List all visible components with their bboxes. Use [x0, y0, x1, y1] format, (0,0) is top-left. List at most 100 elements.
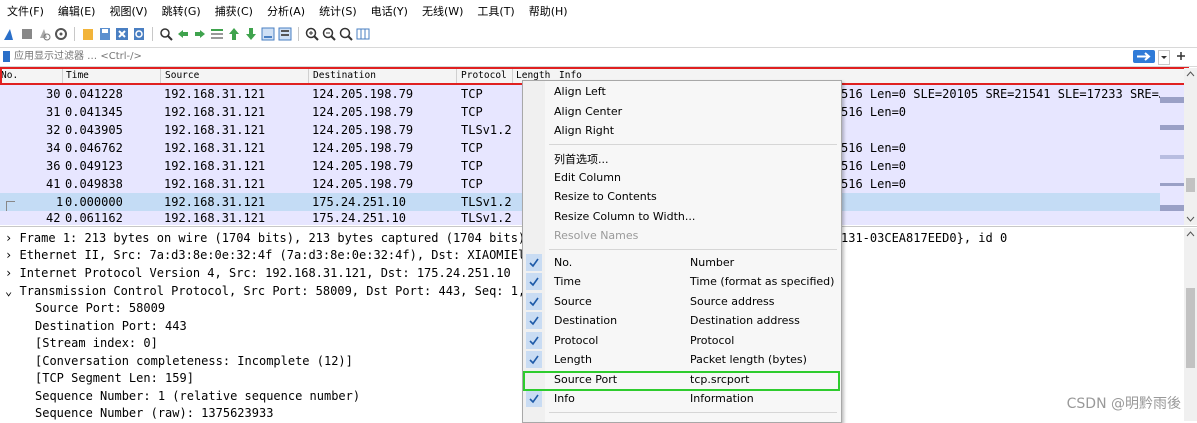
detail-tree-item[interactable]: › Ethernet II, Src: 7a:d3:8e:0e:32:4f (7… — [5, 247, 540, 264]
apply-filter-button[interactable] — [1133, 50, 1155, 63]
menu-analyze[interactable]: 分析(A) — [260, 0, 312, 24]
resize-columns-icon[interactable] — [356, 27, 370, 41]
zoom-reset-icon[interactable] — [339, 27, 353, 41]
bookmark-icon[interactable] — [3, 51, 10, 62]
restart-icon[interactable] — [37, 27, 51, 41]
packet-time: 0.061162 — [65, 211, 123, 225]
display-filter-input[interactable] — [14, 49, 1124, 64]
detail-text: Frame 1: 213 bytes on wire (1704 bits), … — [19, 231, 540, 245]
packet-time: 0.049838 — [65, 177, 123, 191]
menu-column-length[interactable]: Length — [554, 353, 592, 366]
menu-resolve-names: Resolve Names — [554, 229, 639, 242]
packet-time: 0.041345 — [65, 105, 123, 119]
menu-column-desc: Information — [690, 392, 754, 405]
menu-resize-to-contents[interactable]: Resize to Contents — [554, 190, 657, 203]
last-icon[interactable] — [244, 27, 258, 41]
stop-icon[interactable] — [20, 27, 34, 41]
detail-field[interactable]: Source Port: 58009 — [35, 300, 165, 317]
packet-protocol: TCP — [461, 141, 483, 155]
menu-column-time[interactable]: Time — [554, 275, 581, 288]
menu-help[interactable]: 帮助(H) — [522, 0, 575, 24]
open-icon[interactable] — [81, 27, 95, 41]
toolbar-separator — [298, 27, 299, 41]
forward-icon[interactable] — [193, 27, 207, 41]
scrollbar-thumb[interactable] — [1186, 178, 1195, 192]
goto-icon[interactable] — [210, 27, 224, 41]
chevron-down-icon[interactable] — [1184, 213, 1197, 225]
menu-column-source[interactable]: Source — [554, 295, 592, 308]
find-icon[interactable] — [159, 27, 173, 41]
detail-field[interactable]: [TCP Segment Len: 159] — [35, 370, 194, 387]
detail-field[interactable]: [Stream index: 0] — [35, 335, 158, 352]
reload-icon[interactable] — [132, 27, 146, 41]
chevron-down-icon — [1161, 56, 1167, 59]
menu-column-destination[interactable]: Destination — [554, 314, 617, 327]
expand-arrow-icon[interactable]: › — [5, 231, 12, 245]
menu-statistics[interactable]: 统计(S) — [312, 0, 364, 24]
packet-protocol: TLSv1.2 — [461, 123, 512, 137]
packet-time: 0.043905 — [65, 123, 123, 137]
menu-capture[interactable]: 捕获(C) — [208, 0, 260, 24]
detail-text: Internet Protocol Version 4, Src: 192.16… — [19, 266, 511, 280]
packet-time: 0.041228 — [65, 87, 123, 101]
scrollbar-thumb[interactable] — [1186, 288, 1195, 368]
detail-field[interactable]: Destination Port: 443 — [35, 318, 187, 335]
menu-bar: 文件(F) 编辑(E) 视图(V) 跳转(G) 捕获(C) 分析(A) 统计(S… — [0, 0, 1197, 24]
filter-history-dropdown[interactable] — [1158, 50, 1170, 65]
menu-column-desc: Packet length (bytes) — [690, 353, 807, 366]
packet-protocol: TCP — [461, 87, 483, 101]
expand-arrow-icon[interactable]: › — [5, 266, 12, 280]
menu-go[interactable]: 跳转(G) — [155, 0, 208, 24]
watermark: CSDN @明黔雨後 — [1066, 396, 1181, 412]
chevron-up-icon[interactable] — [1184, 228, 1197, 240]
menu-tools[interactable]: 工具(T) — [470, 0, 521, 24]
detail-tree-item-expanded[interactable]: ⌄ Transmission Control Protocol, Src Por… — [5, 283, 540, 300]
packet-info: 516 Len=0 — [841, 177, 907, 191]
expand-arrow-icon[interactable]: › — [5, 248, 12, 262]
packet-minimap[interactable] — [1160, 85, 1184, 225]
back-icon[interactable] — [176, 27, 190, 41]
menu-separator — [549, 144, 837, 145]
autoscroll-icon[interactable] — [261, 27, 275, 41]
menu-edit[interactable]: 编辑(E) — [51, 0, 103, 24]
colorize-icon[interactable] — [278, 27, 292, 41]
menu-wireless[interactable]: 无线(W) — [415, 0, 470, 24]
zoom-out-icon[interactable] — [322, 27, 336, 41]
shark-fin-icon[interactable] — [3, 27, 17, 41]
menu-align-left[interactable]: Align Left — [554, 85, 606, 98]
add-filter-button[interactable] — [1174, 49, 1188, 63]
menu-column-info[interactable]: Info — [554, 392, 575, 405]
first-icon[interactable] — [227, 27, 241, 41]
detail-tree-item[interactable]: › Internet Protocol Version 4, Src: 192.… — [5, 265, 511, 282]
detail-tree-item[interactable]: › Frame 1: 213 bytes on wire (1704 bits)… — [5, 230, 540, 247]
menu-view[interactable]: 视图(V) — [102, 0, 154, 24]
menu-resize-column-width[interactable]: Resize Column to Width... — [554, 210, 695, 223]
menu-align-center[interactable]: Align Center — [554, 105, 622, 118]
menu-align-right[interactable]: Align Right — [554, 124, 614, 137]
details-scrollbar[interactable] — [1184, 228, 1197, 421]
packet-no: 41 — [46, 177, 61, 191]
check-icon — [526, 293, 542, 310]
close-icon[interactable] — [115, 27, 129, 41]
save-icon[interactable] — [98, 27, 112, 41]
packet-list-scrollbar[interactable] — [1184, 68, 1197, 225]
detail-field[interactable]: [Conversation completeness: Incomplete (… — [35, 353, 353, 370]
packet-source: 192.168.31.121 — [164, 195, 266, 209]
zoom-in-icon[interactable] — [305, 27, 319, 41]
packet-info: 516 Len=0 SLE=20105 SRE=21541 SLE=17233 … — [841, 87, 1167, 101]
menu-column-protocol[interactable]: Protocol — [554, 334, 598, 347]
chevron-up-icon[interactable] — [1184, 68, 1197, 80]
collapse-arrow-icon[interactable]: ⌄ — [5, 284, 12, 298]
menu-edit-column[interactable]: Edit Column — [554, 171, 621, 184]
detail-field[interactable]: Sequence Number: 1 (relative sequence nu… — [35, 388, 360, 405]
packet-destination: 124.205.198.79 — [312, 141, 414, 155]
packet-protocol: TCP — [461, 177, 483, 191]
packet-no: 30 — [46, 87, 61, 101]
menu-column-preferences[interactable]: 列首选项... — [554, 151, 609, 167]
detail-field[interactable]: Sequence Number (raw): 1375623933 — [35, 405, 273, 422]
menu-telephony[interactable]: 电话(Y) — [364, 0, 415, 24]
packet-no: 34 — [46, 141, 61, 155]
options-icon[interactable] — [54, 27, 68, 41]
menu-file[interactable]: 文件(F) — [0, 0, 51, 24]
menu-column-no[interactable]: No. — [554, 256, 572, 269]
